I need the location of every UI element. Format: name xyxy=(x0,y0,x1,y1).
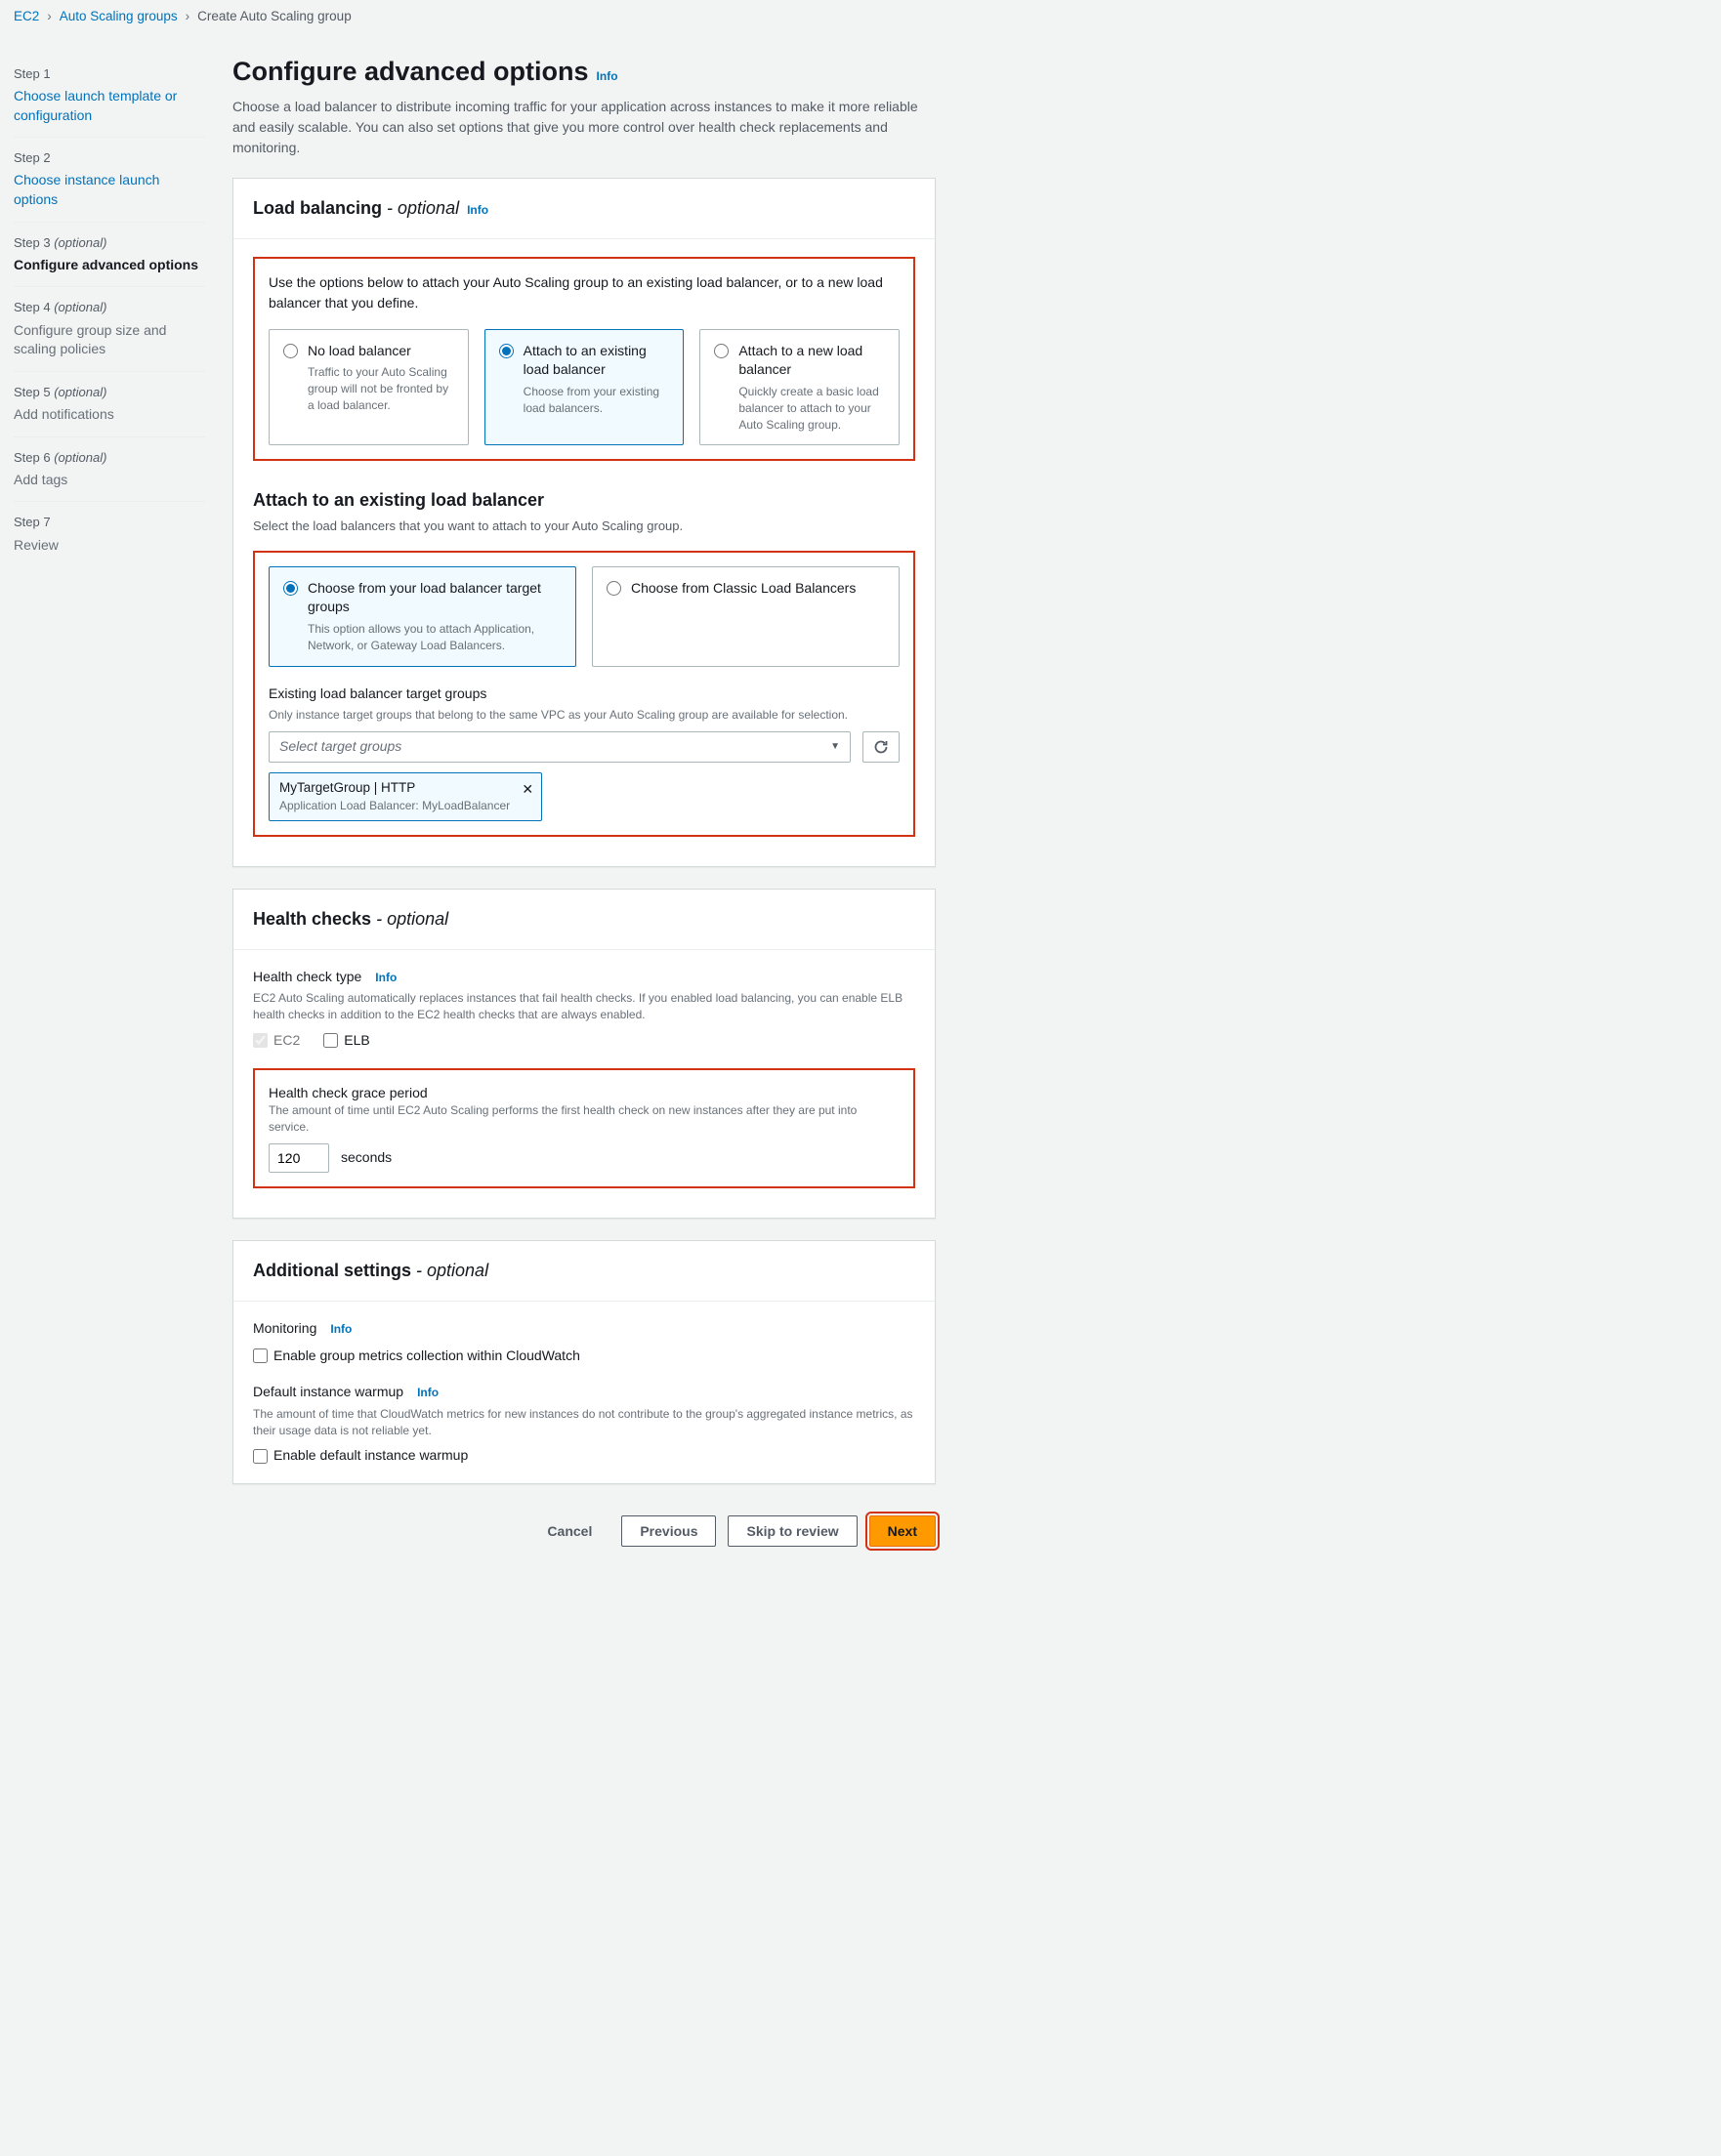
skip-to-review-button[interactable]: Skip to review xyxy=(728,1515,857,1547)
checkbox-elb[interactable]: ELB xyxy=(323,1031,369,1051)
panel-title-text: Load balancing - optional xyxy=(253,196,459,221)
grace-period-label: Health check grace period xyxy=(269,1084,900,1103)
next-button[interactable]: Next xyxy=(869,1515,936,1547)
health-check-type-label: Health check type xyxy=(253,968,361,987)
step-title: Configure group size and scaling policie… xyxy=(14,321,205,359)
tile-no-load-balancer[interactable]: No load balancer Traffic to your Auto Sc… xyxy=(269,329,469,446)
previous-button[interactable]: Previous xyxy=(621,1515,716,1547)
checkbox-metrics-input[interactable] xyxy=(253,1348,268,1363)
checkbox-metrics[interactable]: Enable group metrics collection within C… xyxy=(253,1347,915,1366)
tile-title: Choose from Classic Load Balancers xyxy=(631,579,885,599)
health-check-type-hint: EC2 Auto Scaling automatically replaces … xyxy=(253,990,915,1023)
grace-period-hint: The amount of time until EC2 Auto Scalin… xyxy=(269,1102,900,1136)
breadcrumb-current: Create Auto Scaling group xyxy=(197,8,352,26)
chevron-right-icon: › xyxy=(186,8,190,26)
target-group-token: MyTargetGroup | HTTP Application Load Ba… xyxy=(269,772,542,821)
step-title: Add notifications xyxy=(14,405,205,425)
load-balancing-panel: Load balancing - optional Info Use the o… xyxy=(232,178,936,867)
step-5: Step 5 (optional) Add notifications xyxy=(14,372,205,437)
radio-existing-lb[interactable] xyxy=(499,344,514,358)
tg-hint: Only instance target groups that belong … xyxy=(269,707,900,724)
refresh-button[interactable] xyxy=(862,731,900,763)
step-4: Step 4 (optional) Configure group size a… xyxy=(14,287,205,371)
attach-title: Attach to an existing load balancer xyxy=(253,488,915,513)
step-2[interactable]: Step 2 Choose instance launch options xyxy=(14,138,205,222)
token-sub: Application Load Balancer: MyLoadBalance… xyxy=(279,798,510,814)
refresh-icon xyxy=(873,739,889,755)
info-link[interactable]: Info xyxy=(375,970,397,986)
step-title: Configure advanced options xyxy=(14,256,205,275)
page-description: Choose a load balancer to distribute inc… xyxy=(232,97,936,158)
step-3: Step 3 (optional) Configure advanced opt… xyxy=(14,223,205,288)
info-link[interactable]: Info xyxy=(417,1385,439,1401)
checkbox-elb-input[interactable] xyxy=(323,1033,338,1048)
close-icon: ✕ xyxy=(522,781,533,797)
radio-new-lb[interactable] xyxy=(714,344,729,358)
tile-desc: Quickly create a basic load balancer to … xyxy=(738,384,885,433)
page-title: Configure advanced options Info xyxy=(232,54,936,91)
warmup-label: Default instance warmup xyxy=(253,1383,403,1402)
tile-title: Attach to a new load balancer xyxy=(738,342,885,380)
caret-down-icon: ▼ xyxy=(830,740,840,754)
step-7: Step 7 Review xyxy=(14,502,205,566)
info-link[interactable]: Info xyxy=(330,1321,352,1338)
target-group-select[interactable]: Select target groups ▼ xyxy=(269,731,851,763)
monitoring-label: Monitoring xyxy=(253,1319,316,1339)
select-placeholder: Select target groups xyxy=(279,737,401,757)
grace-period-input[interactable] xyxy=(269,1143,329,1173)
info-link[interactable]: Info xyxy=(467,202,488,219)
lb-description: Use the options below to attach your Aut… xyxy=(269,272,900,313)
panel-title: Additional settings - optional xyxy=(253,1259,915,1283)
step-label: Step 2 xyxy=(14,149,205,167)
wizard-steps: Step 1 Choose launch template or configu… xyxy=(14,54,205,1566)
tile-title: No load balancer xyxy=(308,342,454,361)
step-title: Add tags xyxy=(14,471,205,490)
checkbox-warmup-input[interactable] xyxy=(253,1449,268,1464)
step-title[interactable]: Choose instance launch options xyxy=(14,171,205,209)
tile-title: Choose from your load balancer target gr… xyxy=(308,579,562,617)
tg-label: Existing load balancer target groups xyxy=(269,684,900,704)
health-checks-panel: Health checks - optional Health check ty… xyxy=(232,889,936,1219)
tile-title: Attach to an existing load balancer xyxy=(524,342,670,380)
info-link[interactable]: Info xyxy=(597,68,618,85)
warmup-hint: The amount of time that CloudWatch metri… xyxy=(253,1406,915,1439)
attach-desc: Select the load balancers that you want … xyxy=(253,518,915,535)
step-label: Step 4 (optional) xyxy=(14,299,205,316)
additional-settings-panel: Additional settings - optional Monitorin… xyxy=(232,1240,936,1484)
token-title: MyTargetGroup | HTTP xyxy=(279,779,510,798)
step-title[interactable]: Choose launch template or configuration xyxy=(14,87,205,125)
chevron-right-icon: › xyxy=(47,8,52,26)
radio-no-lb[interactable] xyxy=(283,344,298,358)
breadcrumb-asg[interactable]: Auto Scaling groups xyxy=(60,8,178,26)
checkbox-ec2-input xyxy=(253,1033,268,1048)
checkbox-warmup[interactable]: Enable default instance warmup xyxy=(253,1446,915,1466)
seconds-label: seconds xyxy=(341,1148,392,1168)
tile-desc: Choose from your existing load balancers… xyxy=(524,384,670,417)
tile-desc: This option allows you to attach Applica… xyxy=(308,621,562,654)
step-label: Step 5 (optional) xyxy=(14,384,205,401)
breadcrumb-ec2[interactable]: EC2 xyxy=(14,8,39,26)
tile-classic-lb[interactable]: Choose from Classic Load Balancers xyxy=(592,566,900,667)
radio-target-groups[interactable] xyxy=(283,581,298,596)
checkbox-ec2: EC2 xyxy=(253,1031,300,1051)
step-title: Review xyxy=(14,536,205,556)
wizard-footer: Cancel Previous Skip to review Next xyxy=(232,1506,936,1566)
step-label: Step 7 xyxy=(14,514,205,531)
step-6: Step 6 (optional) Add tags xyxy=(14,437,205,503)
breadcrumb: EC2 › Auto Scaling groups › Create Auto … xyxy=(0,0,949,34)
step-label: Step 6 (optional) xyxy=(14,449,205,467)
tile-existing-lb[interactable]: Attach to an existing load balancer Choo… xyxy=(484,329,685,446)
step-1[interactable]: Step 1 Choose launch template or configu… xyxy=(14,54,205,138)
panel-title: Health checks - optional xyxy=(253,907,915,932)
tile-new-lb[interactable]: Attach to a new load balancer Quickly cr… xyxy=(699,329,900,446)
tile-target-groups[interactable]: Choose from your load balancer target gr… xyxy=(269,566,576,667)
tile-desc: Traffic to your Auto Scaling group will … xyxy=(308,364,454,413)
radio-classic-lb[interactable] xyxy=(607,581,621,596)
step-label: Step 3 (optional) xyxy=(14,234,205,252)
cancel-button[interactable]: Cancel xyxy=(529,1515,609,1547)
token-remove-button[interactable]: ✕ xyxy=(522,781,533,798)
step-label: Step 1 xyxy=(14,65,205,83)
